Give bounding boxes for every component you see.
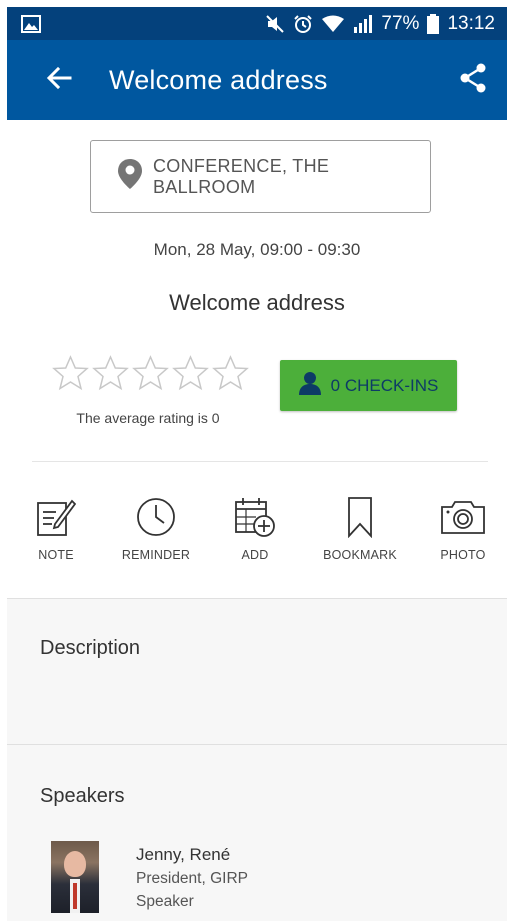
star-icon[interactable] — [172, 355, 209, 396]
camera-icon — [418, 492, 507, 542]
speaker-name: Jenny, René — [136, 845, 231, 864]
note-button[interactable]: NOTE — [11, 492, 101, 562]
app-bar: Welcome address — [7, 40, 507, 120]
star-icon[interactable] — [92, 355, 129, 396]
session-title: Welcome address — [169, 290, 345, 315]
mute-icon — [265, 14, 285, 34]
speaker-type: Speaker — [136, 893, 194, 910]
average-rating-text: The average rating is 0 — [76, 410, 220, 426]
add-label: ADD — [241, 548, 269, 562]
wifi-icon — [321, 15, 345, 33]
battery-icon — [427, 13, 440, 34]
image-icon — [21, 14, 41, 33]
signal-icon — [353, 14, 373, 33]
calendar-add-icon — [210, 492, 300, 542]
reminder-label: REMINDER — [121, 548, 191, 562]
speakers-section: Speakers Jenny, René President, GIRP Spe… — [7, 744, 507, 921]
star-icon[interactable] — [132, 355, 169, 396]
share-button[interactable] — [449, 56, 497, 104]
note-icon — [11, 492, 101, 542]
session-datetime: Mon, 28 May, 09:00 - 09:30 — [153, 240, 361, 259]
share-icon — [459, 63, 487, 98]
star-icon[interactable] — [212, 355, 249, 396]
alarm-icon — [293, 14, 313, 34]
star-rating[interactable] — [52, 355, 249, 396]
check-ins-label: 0 CHECK-INS — [330, 375, 439, 395]
location-button[interactable]: CONFERENCE, THE BALLROOM — [90, 140, 431, 213]
page-title: Welcome address — [109, 64, 328, 95]
reminder-button[interactable]: REMINDER — [111, 492, 201, 562]
action-bar: NOTE REMINDER ADD BOOKMARK PHOTO — [7, 492, 507, 572]
speakers-heading: Speakers — [40, 785, 125, 807]
status-bar: 77% 13:12 — [7, 7, 507, 40]
battery-percent: 77% — [381, 12, 420, 34]
add-to-calendar-button[interactable]: ADD — [210, 492, 300, 562]
location-label: CONFERENCE, THE BALLROOM — [153, 155, 330, 197]
person-icon — [298, 371, 321, 400]
speaker-role: President, GIRP — [136, 870, 248, 887]
bookmark-button[interactable]: BOOKMARK — [315, 492, 405, 562]
avatar — [51, 841, 99, 913]
speaker-item[interactable]: Jenny, René President, GIRP Speaker — [51, 841, 248, 913]
star-icon[interactable] — [52, 355, 89, 396]
photo-button[interactable]: PHOTO — [418, 492, 507, 562]
divider — [32, 461, 488, 462]
check-ins-button[interactable]: 0 CHECK-INS — [280, 360, 457, 411]
description-section: Description — [7, 598, 507, 744]
photo-label: PHOTO — [440, 548, 486, 562]
clock-time: 13:12 — [447, 12, 495, 34]
map-pin-icon — [117, 158, 143, 195]
back-button[interactable] — [29, 50, 89, 110]
clock-icon — [111, 492, 201, 542]
note-label: NOTE — [38, 548, 74, 562]
bookmark-label: BOOKMARK — [323, 548, 397, 562]
description-heading: Description — [40, 637, 141, 659]
arrow-left-icon — [46, 66, 72, 95]
bookmark-icon — [315, 492, 405, 542]
